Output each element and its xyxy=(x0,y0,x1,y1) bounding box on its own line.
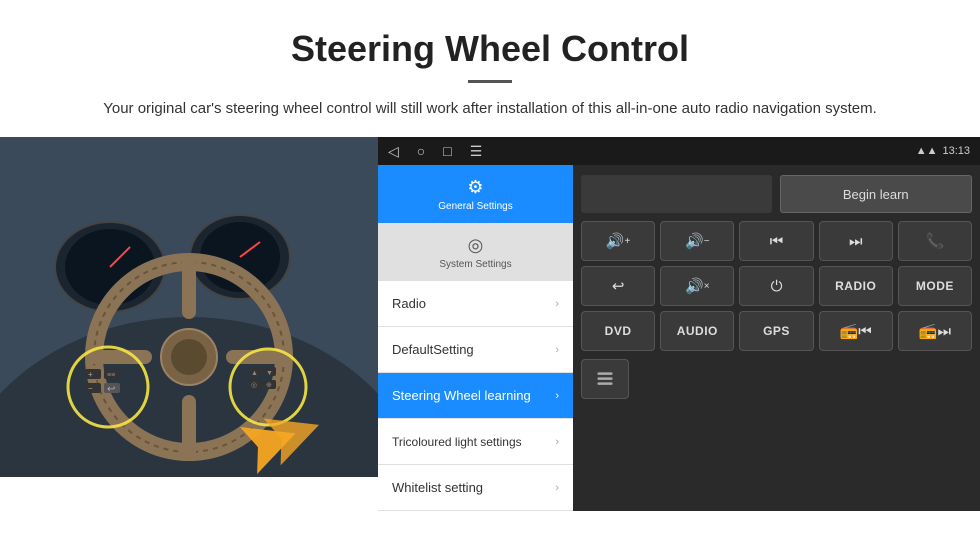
car-image: + − ≡≡ ↩ ▲ ▼ ◎ ⊕ xyxy=(0,137,378,477)
menu-item-default[interactable]: DefaultSetting › xyxy=(378,327,573,373)
page-title: Steering Wheel Control xyxy=(40,28,940,70)
settings-sidebar: ⚙ General Settings ◎ System Settings Rad… xyxy=(378,165,573,511)
svg-text:−: − xyxy=(88,384,93,393)
svg-text:◎: ◎ xyxy=(251,382,257,389)
gps-btn[interactable]: GPS xyxy=(739,311,813,351)
svg-text:▼: ▼ xyxy=(266,370,273,377)
svg-text:⊕: ⊕ xyxy=(266,382,272,389)
system-settings-icon: ◎ xyxy=(468,235,484,256)
title-divider xyxy=(468,80,512,83)
mute-btn[interactable]: 🔊× xyxy=(660,266,734,306)
next-track-btn[interactable]: ⏭ xyxy=(819,221,893,261)
menu-item-radio[interactable]: Radio › xyxy=(378,281,573,327)
top-section: Steering Wheel Control Your original car… xyxy=(0,0,980,137)
main-content: + − ≡≡ ↩ ▲ ▼ ◎ ⊕ xyxy=(0,137,980,477)
status-icons: ▲▲ 13:13 xyxy=(916,145,970,157)
audio-btn[interactable]: AUDIO xyxy=(660,311,734,351)
radio-next-btn[interactable]: 📻⏭ xyxy=(898,311,972,351)
menu-nav-btn[interactable]: ☰ xyxy=(470,143,483,160)
bottom-icon-btn[interactable] xyxy=(581,359,629,399)
time-display: 13:13 xyxy=(942,145,970,157)
svg-text:▲: ▲ xyxy=(251,370,258,377)
control-row-bottom xyxy=(581,359,972,399)
recents-nav-btn[interactable]: □ xyxy=(443,143,451,159)
svg-text:↩: ↩ xyxy=(107,384,115,395)
vol-up-btn[interactable]: 🔊+ xyxy=(581,221,655,261)
radio-btn[interactable]: RADIO xyxy=(819,266,893,306)
chevron-icon: › xyxy=(555,482,559,494)
begin-learn-button[interactable]: Begin learn xyxy=(780,175,973,213)
settings-menu: Radio › DefaultSetting › Steering Wheel … xyxy=(378,281,573,511)
svg-text:≡≡: ≡≡ xyxy=(107,372,115,379)
general-settings-icon: ⚙ xyxy=(467,177,483,198)
android-device: ◁ ○ □ ☰ ▲▲ 13:13 ⚙ General Settings ◎ xyxy=(378,137,980,477)
power-btn[interactable]: ⏻ xyxy=(739,266,813,306)
home-nav-btn[interactable]: ○ xyxy=(417,143,425,159)
tab-general[interactable]: ⚙ General Settings xyxy=(378,165,573,223)
chevron-icon: › xyxy=(555,344,559,356)
hang-up-btn[interactable]: ↩ xyxy=(581,266,655,306)
control-grid: 🔊+ 🔊− ⏮ ⏭ 📞 ↩ 🔊× ⏻ RADIO MODE xyxy=(581,221,972,351)
chevron-icon: › xyxy=(555,298,559,310)
android-statusbar: ◁ ○ □ ☰ ▲▲ 13:13 xyxy=(378,137,980,165)
control-row-3: DVD AUDIO GPS 📻⏮ 📻⏭ xyxy=(581,311,972,351)
android-main: ⚙ General Settings ◎ System Settings Rad… xyxy=(378,165,980,511)
menu-item-steering[interactable]: Steering Wheel learning › xyxy=(378,373,573,419)
mode-btn[interactable]: MODE xyxy=(898,266,972,306)
back-nav-btn[interactable]: ◁ xyxy=(388,143,399,160)
control-row-2: ↩ 🔊× ⏻ RADIO MODE xyxy=(581,266,972,306)
tab-system[interactable]: ◎ System Settings xyxy=(378,223,573,281)
vol-down-btn[interactable]: 🔊− xyxy=(660,221,734,261)
control-row-1: 🔊+ 🔊− ⏮ ⏭ 📞 xyxy=(581,221,972,261)
page-subtitle: Your original car's steering wheel contr… xyxy=(80,97,900,121)
begin-learn-spacer xyxy=(581,175,772,213)
menu-item-whitelist[interactable]: Whitelist setting › xyxy=(378,465,573,511)
wifi-icon: ▲▲ xyxy=(916,145,938,157)
list-icon xyxy=(595,369,615,389)
phone-btn[interactable]: 📞 xyxy=(898,221,972,261)
control-area: Begin learn 🔊+ 🔊− ⏮ ⏭ 📞 ↩ 🔊× xyxy=(573,165,980,511)
radio-prev-btn[interactable]: 📻⏮ xyxy=(819,311,893,351)
chevron-icon: › xyxy=(555,390,559,402)
chevron-icon: › xyxy=(555,436,559,448)
begin-learn-row: Begin learn xyxy=(581,173,972,215)
dvd-btn[interactable]: DVD xyxy=(581,311,655,351)
steering-wheel-svg: + − ≡≡ ↩ ▲ ▼ ◎ ⊕ xyxy=(0,137,378,477)
prev-track-btn[interactable]: ⏮ xyxy=(739,221,813,261)
android-nav: ◁ ○ □ ☰ xyxy=(388,143,482,160)
svg-text:+: + xyxy=(88,370,93,379)
menu-item-tricoloured[interactable]: Tricoloured light settings › xyxy=(378,419,573,465)
